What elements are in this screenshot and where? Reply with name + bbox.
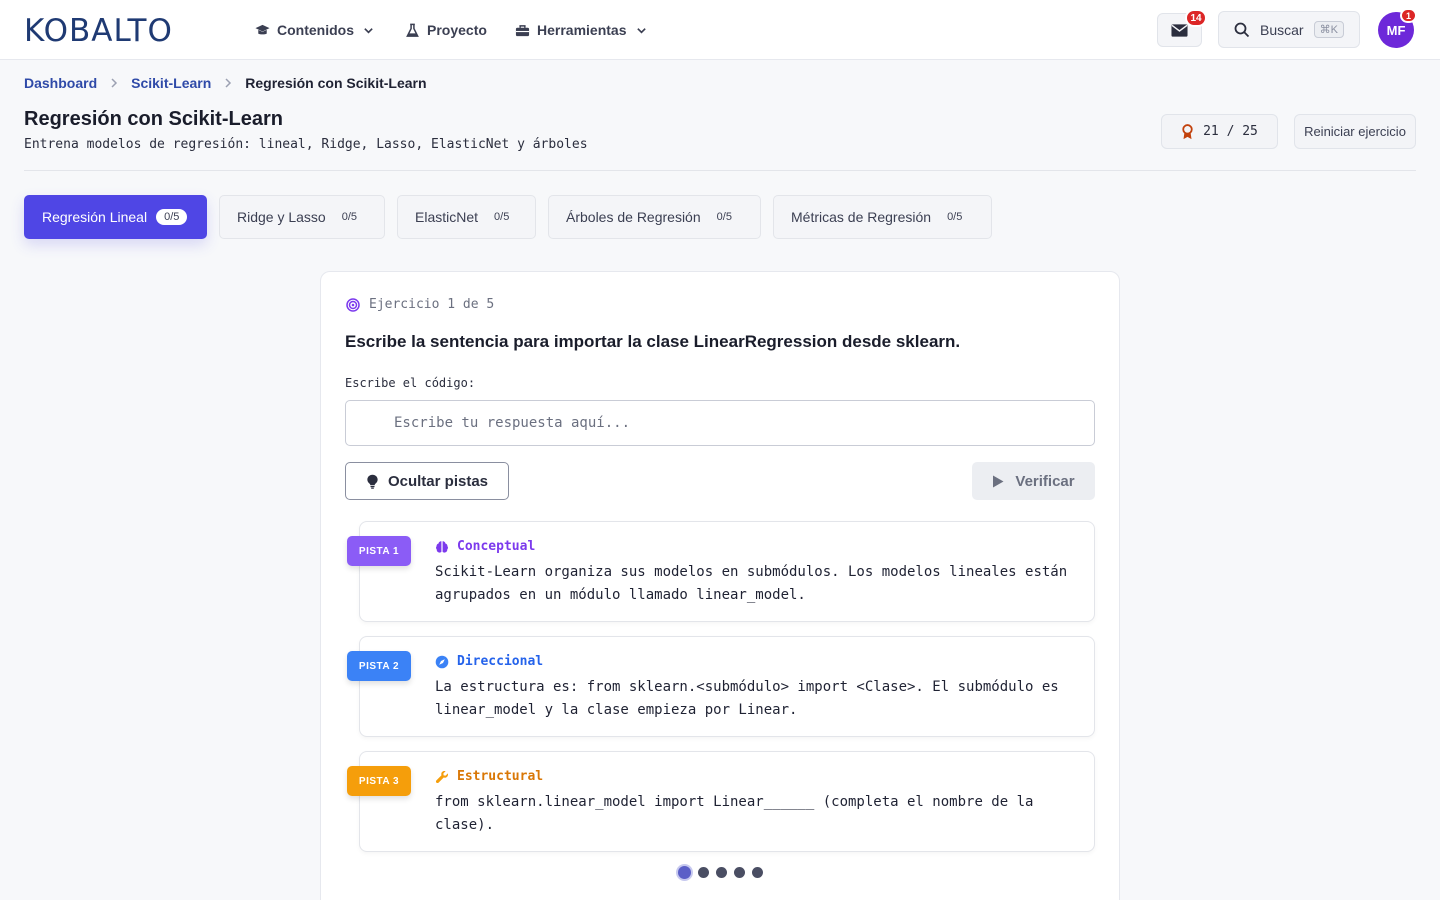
tab-count: 0/5	[156, 209, 188, 225]
chevron-right-icon	[225, 78, 232, 88]
search-button[interactable]: Buscar ⌘K	[1218, 11, 1360, 48]
nav-contenidos-label: Contenidos	[277, 22, 354, 38]
page-title: Regresión con Scikit-Learn	[24, 108, 283, 130]
top-navbar: KOBALTO Contenidos Proyecto Herramientas…	[0, 0, 1440, 60]
envelope-icon	[1171, 23, 1188, 37]
tab-count: 0/5	[341, 211, 358, 223]
exercise-counter: Ejercicio 1 de 5	[346, 297, 494, 312]
pagination-dot[interactable]	[734, 867, 745, 878]
hint-card-1: PISTA 1 Conceptual Scikit-Learn organiza…	[347, 521, 1095, 622]
tab-arboles-regresion[interactable]: Árboles de Regresión 0/5	[548, 195, 761, 239]
exercise-counter-text: Ejercicio 1 de 5	[369, 297, 495, 312]
tab-count: 0/5	[947, 211, 963, 223]
exercise-card: Ejercicio 1 de 5 Escribe la sentencia pa…	[320, 271, 1120, 900]
lightbulb-icon	[367, 474, 378, 489]
hint-type-label: Estructural	[457, 769, 544, 784]
hint-type: Direccional	[435, 654, 543, 669]
tab-elasticnet[interactable]: ElasticNet 0/5	[397, 195, 536, 239]
hide-hints-label: Ocultar pistas	[387, 472, 489, 490]
hint-type-label: Conceptual	[457, 539, 536, 554]
tab-label: ElasticNet	[415, 209, 479, 225]
play-icon	[993, 475, 1004, 487]
hint-text: from sklearn.linear_model import Linear_…	[435, 794, 1034, 833]
user-avatar[interactable]: MF 1	[1378, 8, 1417, 48]
exercise-question: Escribe la sentencia para importar la cl…	[345, 332, 961, 351]
breadcrumb: Dashboard Scikit-Learn Regresión con Sci…	[24, 75, 427, 91]
tab-label: Métricas de Regresión	[791, 209, 932, 225]
hint-type: Conceptual	[435, 539, 535, 554]
avatar-initials: MF	[1386, 22, 1406, 38]
tab-label: Regresión Lineal	[42, 209, 148, 225]
hint-tag: PISTA 2	[347, 651, 411, 681]
search-label: Buscar	[1260, 21, 1304, 38]
nav-proyecto-label: Proyecto	[427, 22, 487, 38]
hint-type-label: Direccional	[457, 654, 544, 669]
hint-type: Estructural	[435, 769, 543, 784]
messages-badge: 14	[1185, 9, 1207, 27]
target-icon	[346, 297, 360, 312]
pagination-dot[interactable]	[752, 867, 763, 878]
exercise-pagination	[678, 866, 763, 879]
search-icon	[1234, 22, 1250, 37]
tab-label: Árboles de Regresión	[566, 209, 701, 225]
wrench-icon	[435, 770, 449, 783]
hint-text: La estructura es: from sklearn.<submódul…	[435, 679, 1059, 718]
code-label: Escribe el código:	[345, 376, 476, 390]
brain-icon	[436, 540, 448, 553]
verify-label: Verificar	[1015, 472, 1075, 490]
breadcrumb-scikit-learn[interactable]: Scikit-Learn	[131, 75, 211, 91]
hint-card-2: PISTA 2 Direccional La estructura es: fr…	[347, 636, 1095, 737]
kobalto-logo[interactable]: KOBALTO	[24, 13, 173, 49]
nav-proyecto[interactable]: Proyecto	[405, 20, 487, 40]
messages-button[interactable]: 14	[1157, 9, 1207, 47]
hint-card-3: PISTA 3 Estructural from sklearn.linear_…	[347, 751, 1095, 852]
toolbox-icon	[515, 24, 530, 36]
tab-regresion-lineal[interactable]: Regresión Lineal 0/5	[24, 195, 207, 239]
tab-count: 0/5	[716, 211, 732, 223]
tab-ridge-lasso[interactable]: Ridge y Lasso 0/5	[219, 195, 385, 239]
search-shortcut: ⌘K	[1313, 21, 1344, 38]
compass-icon	[435, 655, 449, 668]
tab-metricas-regresion[interactable]: Métricas de Regresión 0/5	[773, 195, 992, 239]
score-badge: 21 / 25	[1161, 114, 1278, 149]
chevron-down-icon	[364, 27, 373, 34]
award-icon	[1182, 123, 1193, 139]
reset-exercise-button[interactable]: Reiniciar ejercicio	[1294, 114, 1416, 149]
breadcrumb-current: Regresión con Scikit-Learn	[245, 75, 427, 91]
chevron-right-icon	[111, 78, 118, 88]
tab-count: 0/5	[494, 211, 510, 223]
pagination-dot[interactable]	[678, 866, 691, 879]
pagination-dot[interactable]	[716, 867, 727, 878]
hint-tag: PISTA 1	[347, 536, 411, 566]
answer-input[interactable]	[345, 400, 1095, 446]
tab-label: Ridge y Lasso	[237, 209, 326, 225]
nav-herramientas-label: Herramientas	[537, 22, 627, 38]
verify-button[interactable]: Verificar	[972, 462, 1095, 500]
hint-text: Scikit-Learn organiza sus modelos en sub…	[435, 564, 1068, 603]
pagination-dot[interactable]	[698, 867, 709, 878]
breadcrumb-dashboard[interactable]: Dashboard	[24, 75, 97, 91]
graduation-cap-icon	[255, 24, 270, 34]
header-divider	[24, 170, 1416, 171]
nav-contenidos[interactable]: Contenidos	[255, 20, 374, 40]
hint-tag: PISTA 3	[347, 766, 411, 796]
score-value: 21 / 25	[1203, 124, 1258, 139]
hide-hints-button[interactable]: Ocultar pistas	[345, 462, 509, 500]
flask-icon	[406, 23, 419, 37]
chevron-down-icon	[636, 27, 646, 34]
nav-herramientas[interactable]: Herramientas	[515, 20, 647, 40]
page-subtitle: Entrena modelos de regresión: lineal, Ri…	[24, 137, 588, 152]
avatar-badge: 1	[1400, 8, 1417, 23]
